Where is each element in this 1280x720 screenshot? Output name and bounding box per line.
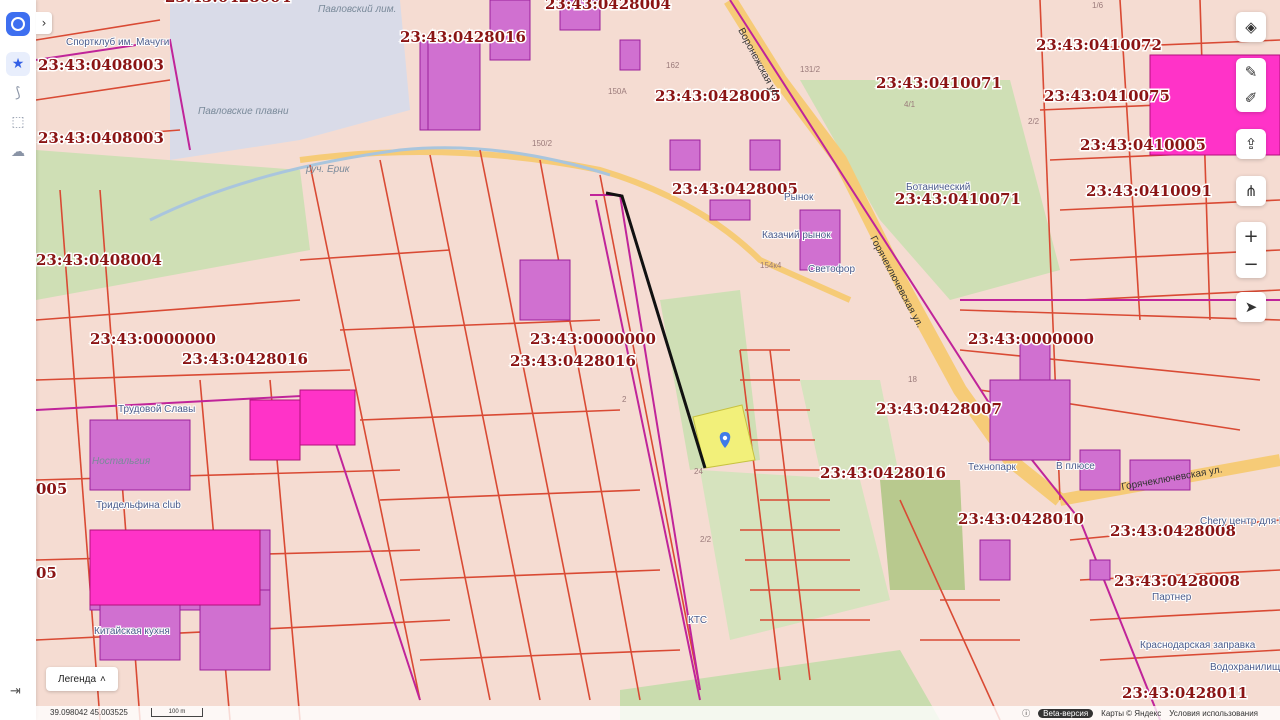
poi-label: В плюсе <box>1056 461 1095 472</box>
poi-label: Светофор <box>808 263 855 275</box>
cadastral-number-label: 23:43:0428016 <box>182 350 308 368</box>
poi-label: Технопарк <box>968 462 1017 473</box>
expand-panel-button[interactable]: › <box>36 12 52 34</box>
upload-icon[interactable]: ⇪ <box>1236 129 1266 159</box>
cadastral-number-label: 23:43:0428004 <box>165 0 291 6</box>
poi-label: Спортклуб им. Мачуги <box>66 36 169 48</box>
cadastral-number-label: 005 <box>36 480 67 498</box>
water-label: руч. Ерик <box>305 164 351 175</box>
cadastral-number-label: 05 <box>36 564 57 582</box>
cadastral-number-label: 23:43:0428008 <box>1114 572 1240 590</box>
plot-number-label: 162 <box>666 61 680 70</box>
cadastral-number-label: 23:43:0428011 <box>1122 684 1248 702</box>
route-icon[interactable]: ⟆ <box>6 81 30 105</box>
cloud-icon[interactable]: ☁ <box>6 140 30 164</box>
legend-label: Легенда <box>58 673 97 685</box>
plot-number-label: 2 <box>622 395 627 404</box>
cadastral-number-label: 23:43:0428004 <box>545 0 671 13</box>
poi-label: Китайская кухня <box>94 626 170 637</box>
plot-number-label: 24 <box>694 467 703 476</box>
cadastral-number-label: 23:43:0000000 <box>530 330 656 348</box>
poi-label: КТС <box>688 615 707 626</box>
zoom-control: + − <box>1236 222 1266 278</box>
app-logo-icon[interactable] <box>6 12 30 36</box>
plot-number-label: 150/2 <box>532 139 553 148</box>
coordinates-readout: 39.098042 45.003525 <box>50 708 128 717</box>
plot-number-label: 18 <box>908 375 917 384</box>
map-footer: 39.098042 45.003525 100 m ⓘ Beta-версия … <box>36 706 1280 720</box>
edit-tools: ✎ ✐ <box>1236 58 1266 112</box>
poi-label: Партнер <box>1152 592 1192 603</box>
poi-label: Ботанический <box>906 182 970 193</box>
selection-icon[interactable]: ⬚ <box>6 110 30 134</box>
cadastral-number-label: 23:43:0428010 <box>958 510 1084 528</box>
cadastral-number-label: 23:43:0410091 <box>1086 182 1212 200</box>
plot-number-label: 154к4 <box>760 261 782 270</box>
info-icon[interactable]: ⓘ <box>1022 708 1030 719</box>
poi-label: Водохранилище <box>1210 662 1280 673</box>
cadastral-number-label: 23:43:0428016 <box>820 464 946 482</box>
draw-icon[interactable]: ✐ <box>1245 89 1258 107</box>
plot-number-label: 150А <box>608 87 627 96</box>
area-label: Ностальгия <box>92 456 151 467</box>
plot-number-label: 2/2 <box>700 535 712 544</box>
poi-label: Краснодарская заправка <box>1140 640 1256 651</box>
cadastral-number-label: 23:43:0408003 <box>38 129 164 147</box>
cadastral-number-label: 23:43:0410071 <box>876 74 1002 92</box>
cadastral-number-label: 23:43:0428005 <box>672 180 798 198</box>
chevron-up-icon: ˄ <box>100 673 106 685</box>
share-icon[interactable]: ⋔ <box>1236 176 1266 206</box>
maps-attribution[interactable]: Карты © Яндекс <box>1101 709 1161 718</box>
geolocation-icon[interactable]: ➤ <box>1236 292 1266 322</box>
scale-bar: 100 m <box>151 708 203 717</box>
logout-icon[interactable]: ⇥ <box>10 684 21 699</box>
cadastral-number-label: 23:43:0408003 <box>38 56 164 74</box>
poi-label: Рынок <box>784 192 814 203</box>
cadastral-number-label: 23:43:0410072 <box>1036 36 1162 54</box>
zoom-in-button[interactable]: + <box>1236 222 1266 250</box>
terms-link[interactable]: Условия использования <box>1169 709 1258 718</box>
ruler-icon[interactable]: ✎ <box>1245 63 1258 81</box>
cadastral-number-label: 23:43:0000000 <box>968 330 1094 348</box>
favorites-icon[interactable]: ★ <box>6 52 30 76</box>
plot-number-label: 1/6 <box>1092 1 1104 10</box>
cadastral-number-label: 23:43:0428016 <box>400 28 526 46</box>
cadastral-number-label: 23:43:0410075 <box>1044 87 1170 105</box>
plot-number-label: 131/2 <box>800 65 821 74</box>
plot-number-label: 2/2 <box>1028 117 1040 126</box>
cadastral-number-label: 23:43:0428005 <box>655 87 781 105</box>
layers-icon[interactable]: ◈ <box>1236 12 1266 42</box>
legend-button[interactable]: Легенда ˄ <box>46 667 118 691</box>
zoom-out-button[interactable]: − <box>1236 250 1266 278</box>
cadastral-number-label: 23:43:0428007 <box>876 400 1002 418</box>
green-area <box>880 480 965 590</box>
beta-badge: Beta-версия <box>1038 709 1094 718</box>
cadastral-number-label: 23:43:0000000 <box>90 330 216 348</box>
cadastral-number-label: 23:43:0428016 <box>510 352 636 370</box>
area-label: Павловский лим. <box>318 4 396 15</box>
poi-label: Казачий рынок <box>762 230 831 241</box>
cadastral-number-label: 23:43:0410005 <box>1080 136 1206 154</box>
poi-label: Трудовой Славы <box>118 404 195 415</box>
poi-label: Тридельфина club <box>96 499 181 511</box>
area-label: Павловские плавни <box>198 106 289 117</box>
cadastral-number-label: 23:43:0408004 <box>36 251 162 269</box>
cadastral-map[interactable]: 23:43:0428004 23:43:0428016 23:43:0408003 2… <box>0 0 1280 720</box>
poi-label: Chery центр для Вас <box>1200 516 1280 527</box>
plot-number-label: 4/1 <box>904 100 916 109</box>
left-sidebar: ★ ⟆ ⬚ ☁ <box>0 0 36 720</box>
